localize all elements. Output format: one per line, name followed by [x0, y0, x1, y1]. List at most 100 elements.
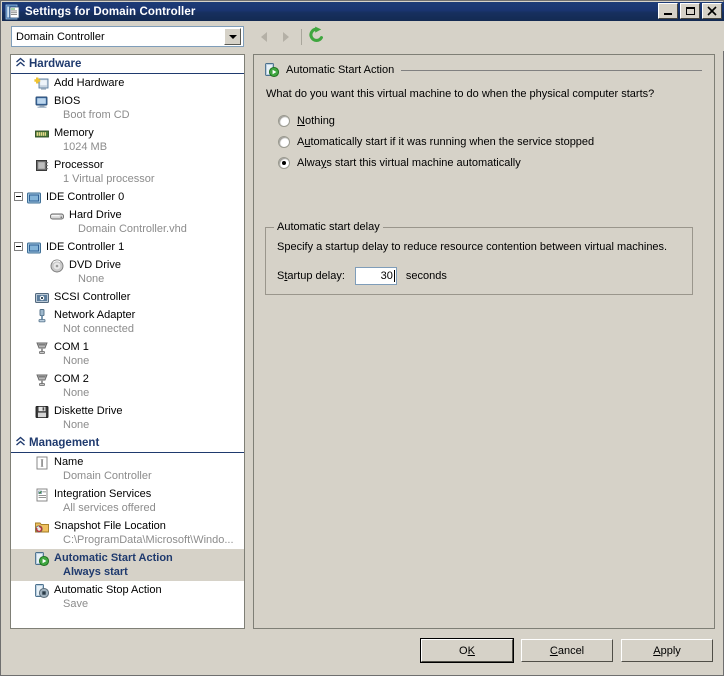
startup-delay-input[interactable]: 30 — [354, 267, 397, 285]
tree-item-memory[interactable]: Memory 1024 MB — [11, 124, 244, 156]
tree-item-add-hardware[interactable]: Add Hardware — [11, 74, 244, 92]
tree-item-diskette-drive[interactable]: Diskette Drive None — [11, 402, 244, 434]
vm-selector-value: Domain Controller — [16, 30, 105, 43]
tree-item-bios[interactable]: BIOS Boot from CD — [11, 92, 244, 124]
ok-button[interactable]: OK — [420, 638, 514, 663]
close-button[interactable] — [702, 3, 722, 19]
radio-nothing-indicator — [278, 115, 290, 127]
expander-spacer — [11, 208, 26, 210]
settings-document-icon — [5, 4, 21, 20]
radio-nothing[interactable]: Nothing — [278, 113, 335, 129]
scsi-controller-icon — [34, 290, 50, 306]
forward-button[interactable] — [275, 26, 297, 47]
tree-item-sublabel: Boot from CD — [63, 109, 130, 121]
minimize-icon — [664, 13, 672, 15]
expander-spacer — [11, 126, 26, 128]
tree-item-processor[interactable]: Processor 1 Virtual processor — [11, 156, 244, 188]
tree-item-label: SCSI Controller — [54, 291, 131, 303]
collapse-chevron-icon[interactable] — [11, 57, 29, 71]
apply-button[interactable]: Apply — [621, 639, 713, 662]
cancel-button[interactable]: Cancel — [521, 639, 613, 662]
expander-spacer — [11, 551, 26, 553]
tree-item-automatic-stop-action[interactable]: Automatic Stop Action Save — [11, 581, 244, 613]
tree-item-body: BIOS Boot from CD — [54, 94, 244, 124]
radio-always-start[interactable]: Always start this virtual machine automa… — [278, 155, 521, 171]
expander-spacer — [11, 308, 26, 310]
expander-spacer — [11, 455, 26, 457]
back-button[interactable] — [253, 26, 275, 47]
tree-item-integration-services[interactable]: Integration Services All services offered — [11, 485, 244, 517]
tree-item-label: IDE Controller 0 — [46, 191, 125, 203]
tree-item-label: Integration Services — [54, 488, 152, 500]
expander-collapse-icon[interactable] — [11, 190, 26, 201]
refresh-icon — [309, 26, 323, 42]
tree-item-com-2[interactable]: COM 2 None — [11, 370, 244, 402]
tree-item-body: Network Adapter Not connected — [54, 308, 244, 338]
panel-header-title: Automatic Start Action — [286, 64, 395, 76]
tree-item-dvd-drive[interactable]: DVD Drive None — [11, 256, 244, 288]
dvd-drive-icon — [49, 258, 65, 274]
tree-item-label: Automatic Start Action — [54, 552, 173, 564]
tree-item-body: Diskette Drive None — [54, 404, 244, 434]
tree-item-ide-controller-0[interactable]: IDE Controller 0 — [11, 188, 244, 206]
tree-item-automatic-start-action[interactable]: Automatic Start Action Always start — [11, 549, 244, 581]
chevron-down-icon[interactable] — [224, 28, 241, 45]
tree-item-scsi-controller[interactable]: SCSI Controller — [11, 288, 244, 306]
expander-spacer — [11, 76, 26, 78]
tree-item-label: Add Hardware — [54, 77, 125, 89]
tree-item-snapshot-file-location[interactable]: Snapshot File Location C:\ProgramData\Mic… — [11, 517, 244, 549]
diskette-drive-icon — [34, 404, 50, 420]
refresh-button[interactable] — [306, 26, 328, 47]
ide-controller-icon — [26, 190, 42, 206]
tree-item-body: DVD Drive None — [69, 258, 244, 288]
tree-item-sublabel: C:\ProgramData\Microsoft\Windo... — [63, 534, 234, 546]
tree-item-label: Processor — [54, 159, 104, 171]
panel-header-rule — [401, 70, 702, 71]
automatic-stop-action-icon — [34, 583, 50, 599]
maximize-button[interactable] — [680, 3, 700, 19]
tree-item-label: DVD Drive — [69, 259, 121, 271]
tree-sections: Hardware Add Hardware BIOS Boot from CD Memo… — [11, 55, 244, 613]
expander-spacer — [11, 583, 26, 585]
expander-spacer — [11, 404, 26, 406]
settings-tree[interactable]: Hardware Add Hardware BIOS Boot from CD Memo… — [10, 54, 245, 629]
vm-selector[interactable]: Domain Controller — [11, 26, 244, 47]
arrow-left-icon — [261, 31, 267, 42]
settings-dialog-window: Settings for Domain Controller Domain Co… — [0, 0, 724, 676]
text-cursor — [393, 270, 395, 282]
tree-item-sublabel: Domain Controller — [63, 470, 152, 482]
expander-spacer — [11, 94, 26, 96]
radio-nothing-label: Nothing — [297, 115, 335, 127]
tree-item-sublabel: Save — [63, 598, 89, 610]
minimize-button[interactable] — [658, 3, 678, 19]
ide-controller-icon — [26, 240, 42, 256]
tree-item-network-adapter[interactable]: Network Adapter Not connected — [11, 306, 244, 338]
tree-item-com-1[interactable]: COM 1 None — [11, 338, 244, 370]
tree-item-sublabel: None — [63, 355, 90, 367]
tree-item-sublabel: Always start — [63, 566, 128, 578]
automatic-start-delay-group: Automatic start delay Specify a startup … — [265, 221, 693, 295]
tree-item-sublabel: None — [78, 273, 105, 285]
integration-services-icon — [34, 487, 50, 503]
tree-item-sublabel: Domain Controller.vhd — [78, 223, 187, 235]
tree-item-hard-drive[interactable]: Hard Drive Domain Controller.vhd — [11, 206, 244, 238]
tree-item-label: Automatic Stop Action — [54, 584, 162, 596]
tree-section-header-hardware[interactable]: Hardware — [11, 55, 244, 74]
tree-item-name[interactable]: I Name Domain Controller — [11, 453, 244, 485]
radio-always-start-label: Always start this virtual machine automa… — [297, 157, 521, 169]
tree-item-ide-controller-1[interactable]: IDE Controller 1 — [11, 238, 244, 256]
tree-item-sublabel: Not connected — [63, 323, 134, 335]
name-icon: I — [34, 455, 50, 471]
tree-section-header-management[interactable]: Management — [11, 434, 244, 453]
startup-delay-row: Startup delay: 30 seconds — [277, 267, 447, 285]
tree-item-label: Hard Drive — [69, 209, 122, 221]
radio-automatically-start[interactable]: Automatically start if it was running wh… — [278, 134, 594, 150]
tree-item-label: Name — [54, 456, 84, 468]
tree-item-body: SCSI Controller — [54, 290, 244, 304]
expander-spacer — [11, 487, 26, 489]
tree-item-body: Memory 1024 MB — [54, 126, 244, 156]
collapse-chevron-icon[interactable] — [11, 436, 29, 450]
expander-spacer — [11, 340, 26, 342]
expander-collapse-icon[interactable] — [11, 240, 26, 251]
group-title: Automatic start delay — [274, 221, 383, 233]
